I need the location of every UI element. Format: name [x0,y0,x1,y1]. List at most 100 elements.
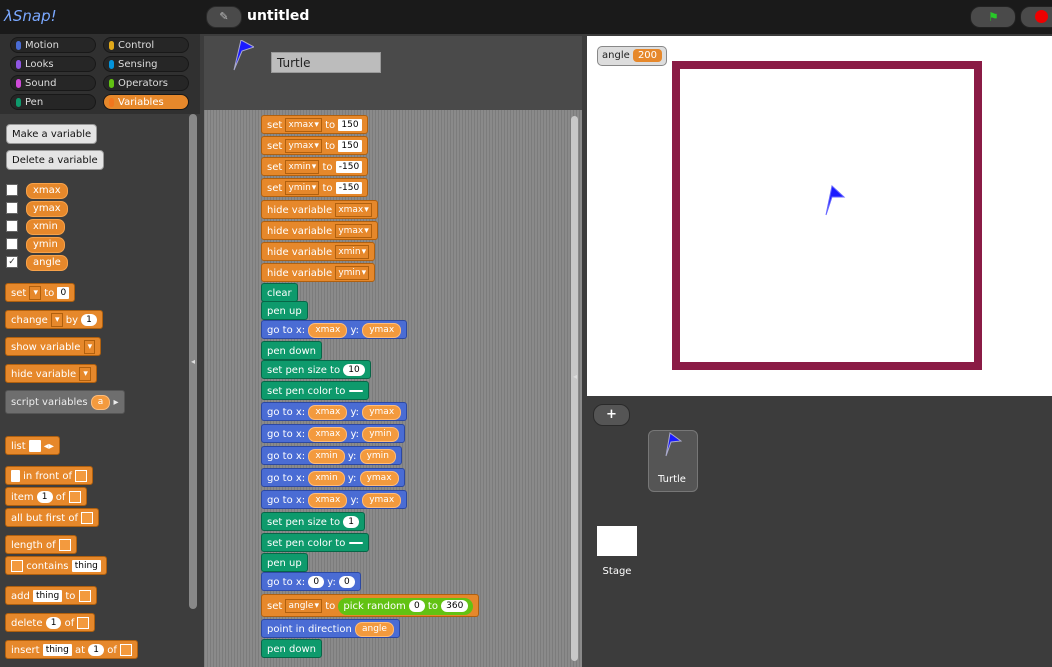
in-front-of-block[interactable]: in front of [5,466,94,485]
list-icon[interactable] [77,617,90,629]
palette-resize-handle[interactable]: ◂ [191,357,195,366]
list-icon[interactable] [75,470,88,482]
hide-xmin-block[interactable]: hide variable xmin [261,242,376,261]
variable-dropdown[interactable]: ymin [335,266,370,280]
category-motion[interactable]: Motion [10,37,96,53]
go-to-block[interactable]: go to x: xmin y: ymax [261,468,405,487]
set-angle-block[interactable]: set angle to pick random 0 to 360 [261,594,480,617]
variable-dropdown[interactable] [83,340,96,354]
variable-reporter[interactable]: xmin [26,219,65,235]
pen-down-block[interactable]: pen down [261,639,322,658]
clear-block[interactable]: clear [261,283,298,302]
thing-slot[interactable]: thing [42,644,72,656]
arrows-icon[interactable]: ◂▸ [44,441,54,452]
make-variable-button[interactable]: Make a variable [6,124,98,144]
variable-checkbox[interactable] [6,220,18,232]
x-slot[interactable]: 0 [308,576,325,588]
category-variables[interactable]: Variables [103,94,189,110]
pen-down-block[interactable]: pen down [261,341,322,360]
delete-variable-button[interactable]: Delete a variable [6,150,104,170]
category-pen[interactable]: Pen [10,94,96,110]
variable-checkbox[interactable] [6,184,18,196]
category-operators[interactable]: Operators [103,75,189,91]
variable-checkbox[interactable] [6,202,18,214]
variable-checkbox-checked[interactable]: ✓ [6,256,18,268]
value-slot[interactable]: -150 [335,182,363,194]
variable-dropdown[interactable]: ymax [335,224,372,238]
index-slot[interactable]: 1 [36,491,53,503]
hide-ymax-block[interactable]: hide variable ymax [261,221,378,240]
hide-ymin-block[interactable]: hide variable ymin [261,263,376,282]
go-to-block[interactable]: go to x: xmax y: ymax [261,402,408,421]
y-reporter[interactable]: ymax [362,322,402,338]
go-to-block[interactable]: go to x: xmax y: ymax [261,320,408,339]
index-slot[interactable]: 1 [45,617,62,629]
variable-dropdown[interactable]: xmin [285,160,320,174]
list-icon[interactable] [68,491,81,503]
variable-dropdown[interactable]: ymin [285,181,320,195]
variable-reporter[interactable]: ymin [26,237,65,253]
value-slot[interactable]: 150 [338,119,362,131]
set-pen-color-block[interactable]: set pen color to [261,381,369,400]
sprite-name-field[interactable]: Turtle [271,52,381,73]
thing-slot[interactable]: thing [71,560,101,572]
variable-reporter[interactable]: ymax [26,201,68,217]
change-block[interactable]: change by 1 [5,310,103,329]
y-reporter[interactable]: ymax [362,404,402,420]
turtle-sprite[interactable] [824,185,848,217]
list-icon[interactable] [78,590,91,602]
all-but-first-block[interactable]: all but first of [5,508,100,527]
variable-dropdown[interactable]: xmin [335,245,370,259]
variable-dropdown[interactable]: ymax [285,139,322,153]
size-slot[interactable]: 10 [343,364,365,376]
go-to-origin-block[interactable]: go to x: 0 y: 0 [261,572,361,591]
item-slot[interactable] [11,470,20,482]
snap-logo[interactable]: λSnap! [4,7,57,25]
list-icon[interactable] [120,644,133,656]
variable-dropdown[interactable]: xmax [285,118,322,132]
x-reporter[interactable]: xmin [308,470,345,486]
green-flag-button[interactable]: ⚑ [970,6,1016,28]
show-variable-block[interactable]: show variable [5,337,102,356]
set-pen-color-block[interactable]: set pen color to [261,533,369,552]
scripting-area[interactable]: set xmax to 150 set ymax to 150 set xmin… [204,110,582,667]
value-slot[interactable]: -150 [335,161,363,173]
variable-dropdown[interactable] [51,313,63,327]
category-sensing[interactable]: Sensing [103,56,189,72]
settings-button[interactable]: ✎ [206,6,242,28]
length-of-block[interactable]: length of [5,535,77,554]
variable-dropdown[interactable] [29,286,42,300]
script-variables-block[interactable]: script variables a ▸ [5,390,125,414]
hide-xmax-block[interactable]: hide variable xmax [261,200,378,219]
size-slot[interactable]: 1 [343,516,360,528]
variable-checkbox[interactable] [6,238,18,250]
value-slot[interactable]: 1 [81,314,97,326]
add-block[interactable]: add thing to [5,586,97,605]
set-pen-size-block[interactable]: set pen size to 10 [261,360,371,379]
x-reporter[interactable]: xmax [308,492,348,508]
insert-block[interactable]: insert thing at 1 of [5,640,139,659]
to-slot[interactable]: 360 [441,599,469,612]
delete-block[interactable]: delete 1 of [5,613,96,632]
variable-reporter[interactable]: angle [26,255,68,271]
point-in-direction-block[interactable]: point in direction angle [261,619,400,638]
set-block[interactable]: set to 0 [5,283,76,302]
stop-button[interactable] [1020,6,1052,28]
contains-block[interactable]: contains thing [5,556,107,575]
variable-reporter[interactable]: xmax [26,183,68,199]
x-reporter[interactable]: xmax [308,426,348,442]
direction-reporter[interactable]: angle [355,621,394,637]
y-slot[interactable]: 0 [339,576,355,588]
variable-dropdown[interactable]: angle [285,599,322,613]
set-pen-size-block[interactable]: set pen size to 1 [261,512,366,531]
variable-dropdown[interactable]: xmax [335,203,372,217]
item-of-block[interactable]: item 1 of [5,487,87,506]
add-sprite-button[interactable]: + [593,404,630,426]
list-icon[interactable] [81,512,94,524]
arrow-right-icon[interactable]: ▸ [114,397,119,408]
stage-thumbnail[interactable] [597,526,637,556]
set-ymin-block[interactable]: set ymin to -150 [261,178,369,197]
x-reporter[interactable]: xmax [308,322,348,338]
pick-random-block[interactable]: pick random 0 to 360 [338,597,474,615]
scripts-scrollbar[interactable] [571,116,578,661]
